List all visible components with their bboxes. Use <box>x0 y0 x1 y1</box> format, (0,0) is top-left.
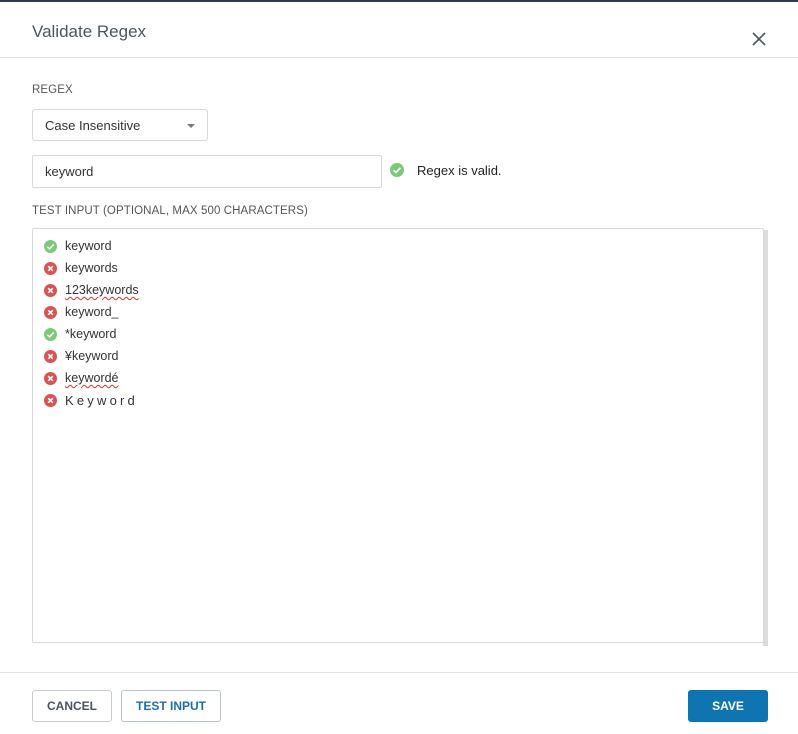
test-line-text: *keyword <box>65 327 117 341</box>
no-match-x-icon <box>44 262 57 275</box>
test-input-label: TEST INPUT (OPTIONAL, MAX 500 CHARACTERS… <box>32 205 308 217</box>
regex-status-text: Regex is valid. <box>417 163 502 178</box>
test-line-text: ¥keyword <box>65 349 119 363</box>
test-line-text: keyword <box>65 239 112 253</box>
test-line-text: Keyword <box>65 393 138 408</box>
no-match-x-icon <box>44 284 57 297</box>
no-match-x-icon <box>44 350 57 363</box>
close-icon[interactable] <box>750 30 768 48</box>
test-line-text: 123keywords <box>65 283 139 297</box>
validate-regex-dialog: Validate Regex REGEX Case Insensitive Re… <box>0 0 798 734</box>
dialog-header: Validate Regex <box>0 2 798 58</box>
dialog-title: Validate Regex <box>32 22 147 41</box>
match-check-icon <box>44 328 57 341</box>
regex-input[interactable] <box>32 155 382 188</box>
case-mode-value: Case Insensitive <box>45 118 141 133</box>
save-button[interactable]: SAVE <box>688 690 768 722</box>
scrollbar[interactable] <box>763 230 768 646</box>
test-input-button[interactable]: TEST INPUT <box>121 690 221 722</box>
no-match-x-icon <box>44 372 57 385</box>
test-line-text: keywords <box>65 261 118 275</box>
test-input-textarea[interactable]: keyword keywords 123keywords keyword_ *k… <box>32 228 764 643</box>
match-check-icon <box>44 240 57 253</box>
regex-label: REGEX <box>32 84 73 96</box>
chevron-down-icon <box>187 124 195 128</box>
no-match-x-icon <box>44 394 57 407</box>
test-line-text: keywordé <box>65 371 119 385</box>
case-mode-select[interactable]: Case Insensitive <box>32 109 208 141</box>
cancel-button[interactable]: CANCEL <box>32 690 112 722</box>
check-circle-icon <box>390 163 404 177</box>
dialog-footer: CANCEL TEST INPUT SAVE <box>0 672 798 734</box>
test-line-text: keyword_ <box>65 305 119 319</box>
no-match-x-icon <box>44 306 57 319</box>
